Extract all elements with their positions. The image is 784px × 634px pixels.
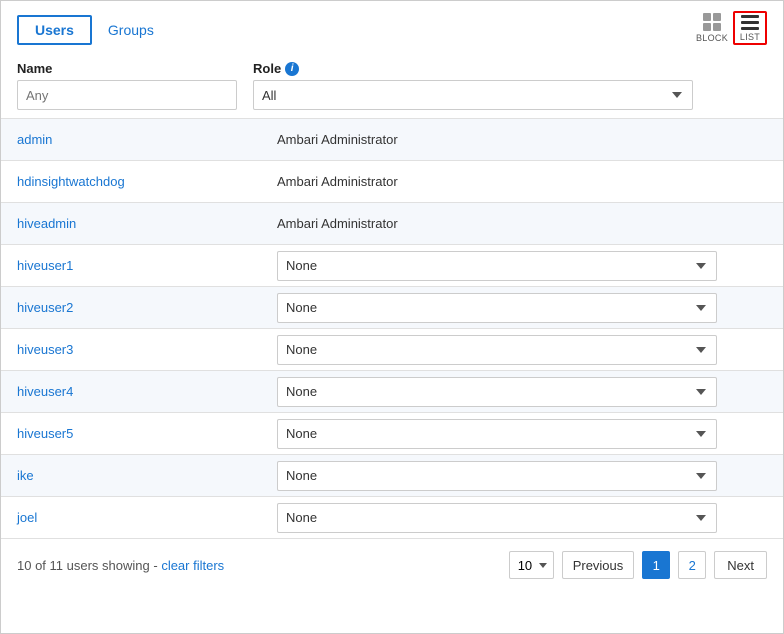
table-row: hiveuser5NoneAmbari Administrator xyxy=(1,412,783,454)
tab-bar: Users Groups BLOCK LIST xyxy=(1,1,783,49)
role-select-wrapper: NoneAmbari Administrator xyxy=(277,251,767,281)
user-name-link[interactable]: admin xyxy=(17,132,277,147)
user-role-text: Ambari Administrator xyxy=(277,132,767,147)
role-select-wrapper: NoneAmbari Administrator xyxy=(277,377,767,407)
block-view-label: BLOCK xyxy=(696,33,728,43)
tab-users[interactable]: Users xyxy=(17,15,92,45)
table-row: ikeNoneAmbari Administrator xyxy=(1,454,783,496)
user-role-text: Ambari Administrator xyxy=(277,216,767,231)
user-name-link[interactable]: hiveuser1 xyxy=(17,258,277,273)
table-row: hdinsightwatchdogAmbari Administrator xyxy=(1,160,783,202)
table-row: adminAmbari Administrator xyxy=(1,118,783,160)
user-role-select[interactable]: NoneAmbari Administrator xyxy=(277,461,717,491)
table-row: hiveuser3NoneAmbari Administrator xyxy=(1,328,783,370)
user-role-select[interactable]: NoneAmbari Administrator xyxy=(277,335,717,365)
page-2-button[interactable]: 2 xyxy=(678,551,706,579)
user-name-link[interactable]: hiveuser3 xyxy=(17,342,277,357)
role-filter-group: Role i All Ambari Administrator None xyxy=(253,61,693,110)
role-select-wrapper: NoneAmbari Administrator xyxy=(277,419,767,449)
list-view-label: LIST xyxy=(740,32,760,42)
showing-text: 10 of 11 users showing xyxy=(17,558,150,573)
user-list: adminAmbari Administratorhdinsightwatchd… xyxy=(1,118,783,538)
user-role-text: Ambari Administrator xyxy=(277,174,767,189)
role-select-wrapper: NoneAmbari Administrator xyxy=(277,335,767,365)
user-name-link[interactable]: hiveadmin xyxy=(17,216,277,231)
user-name-link[interactable]: hiveuser2 xyxy=(17,300,277,315)
tab-groups[interactable]: Groups xyxy=(104,17,158,43)
page-1-button[interactable]: 1 xyxy=(642,551,670,579)
user-name-link[interactable]: hdinsightwatchdog xyxy=(17,174,277,189)
view-toggle-group: BLOCK LIST xyxy=(695,11,767,45)
table-row: hiveuser4NoneAmbari Administrator xyxy=(1,370,783,412)
user-name-link[interactable]: hiveuser4 xyxy=(17,384,277,399)
pagination: 10 25 50 Previous 1 2 Next xyxy=(509,551,767,579)
list-lines-icon xyxy=(741,15,759,30)
name-filter-input[interactable] xyxy=(17,80,237,110)
user-name-link[interactable]: hiveuser5 xyxy=(17,426,277,441)
user-name-link[interactable]: ike xyxy=(17,468,277,483)
role-filter-label: Role i xyxy=(253,61,693,76)
name-filter-label: Name xyxy=(17,61,237,76)
main-container: Users Groups BLOCK LIST xyxy=(0,0,784,634)
next-button[interactable]: Next xyxy=(714,551,767,579)
table-row: hiveadminAmbari Administrator xyxy=(1,202,783,244)
user-role-select[interactable]: NoneAmbari Administrator xyxy=(277,377,717,407)
role-select-wrapper: NoneAmbari Administrator xyxy=(277,293,767,323)
footer-info: 10 of 11 users showing - clear filters xyxy=(17,558,224,573)
user-role-select[interactable]: NoneAmbari Administrator xyxy=(277,251,717,281)
footer: 10 of 11 users showing - clear filters 1… xyxy=(1,538,783,591)
tab-group: Users Groups xyxy=(17,15,158,45)
user-role-select[interactable]: NoneAmbari Administrator xyxy=(277,419,717,449)
role-info-icon[interactable]: i xyxy=(285,62,299,76)
list-view-button[interactable]: LIST xyxy=(733,11,767,45)
user-role-select[interactable]: NoneAmbari Administrator xyxy=(277,293,717,323)
table-row: joelNoneAmbari Administrator xyxy=(1,496,783,538)
block-grid-icon xyxy=(703,13,721,31)
clear-filters-link[interactable]: clear filters xyxy=(161,558,224,573)
role-select-wrapper: NoneAmbari Administrator xyxy=(277,503,767,533)
block-view-button[interactable]: BLOCK xyxy=(695,11,729,45)
user-name-link[interactable]: joel xyxy=(17,510,277,525)
filter-row: Name Role i All Ambari Administrator Non… xyxy=(1,49,783,118)
table-row: hiveuser2NoneAmbari Administrator xyxy=(1,286,783,328)
role-select-wrapper: NoneAmbari Administrator xyxy=(277,461,767,491)
per-page-select[interactable]: 10 25 50 xyxy=(509,551,554,579)
user-role-select[interactable]: NoneAmbari Administrator xyxy=(277,503,717,533)
previous-button[interactable]: Previous xyxy=(562,551,635,579)
role-filter-select[interactable]: All Ambari Administrator None xyxy=(253,80,693,110)
table-row: hiveuser1NoneAmbari Administrator xyxy=(1,244,783,286)
name-filter-group: Name xyxy=(17,61,237,110)
